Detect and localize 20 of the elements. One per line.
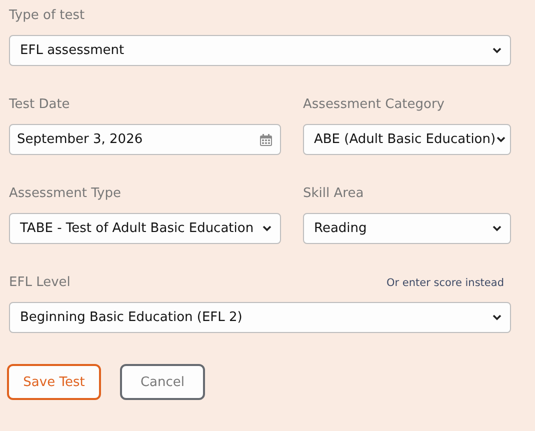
- field-label: EFL Level: [9, 275, 70, 290]
- select-dropdown[interactable]: TABE - Test of Adult Basic Education: [9, 213, 281, 244]
- field-label: Type of test: [9, 8, 85, 23]
- select-dropdown[interactable]: EFL assessment: [9, 35, 511, 66]
- cancel-button[interactable]: Cancel: [120, 364, 205, 400]
- chevron-down-icon: [492, 225, 502, 232]
- field-label: Test Date: [9, 97, 70, 112]
- select-dropdown[interactable]: Reading: [303, 213, 511, 244]
- chevron-down-icon: [496, 136, 506, 143]
- chevron-down-icon: [492, 314, 502, 321]
- date-field[interactable]: September 3, 2026: [9, 124, 281, 155]
- field-label: Assessment Type: [9, 186, 121, 201]
- chevron-down-icon: [262, 225, 272, 232]
- chevron-down-icon: [492, 47, 502, 54]
- select-dropdown[interactable]: ABE (Adult Basic Education): [303, 124, 511, 155]
- enter-score-link[interactable]: Or enter score instead: [386, 277, 504, 289]
- field-label: Skill Area: [303, 186, 364, 201]
- field-label: Assessment Category: [303, 97, 444, 112]
- select-dropdown[interactable]: Beginning Basic Education (EFL 2): [9, 302, 511, 333]
- calendar-icon: [260, 134, 272, 146]
